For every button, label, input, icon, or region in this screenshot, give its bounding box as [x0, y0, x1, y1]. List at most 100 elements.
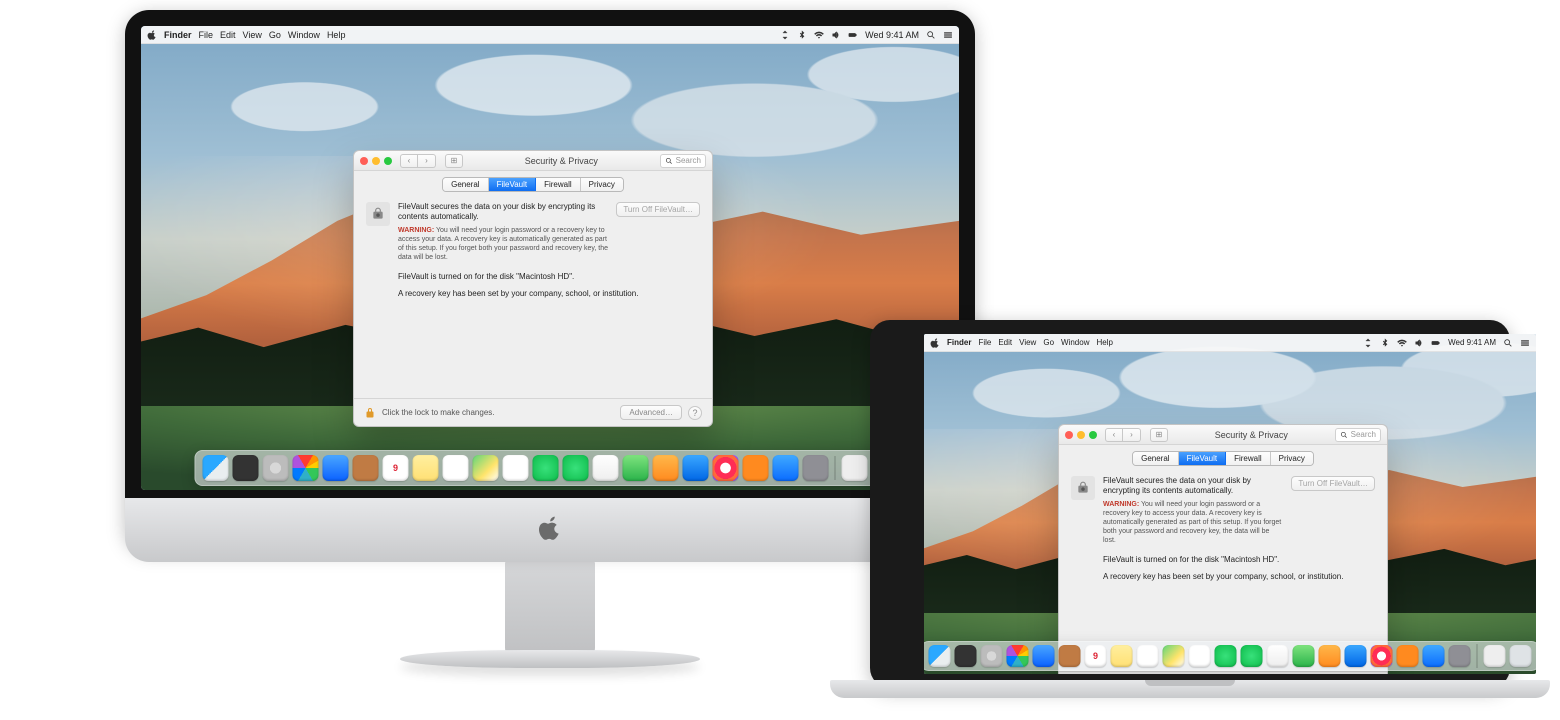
menubar-app-name[interactable]: Finder: [164, 30, 192, 40]
close-button[interactable]: [1065, 431, 1073, 439]
dock-tile-ibooks[interactable]: [1397, 645, 1419, 667]
dock-tile-contacts[interactable]: [1059, 645, 1081, 667]
zoom-button[interactable]: [384, 157, 392, 165]
minimize-button[interactable]: [1077, 431, 1085, 439]
dock-tile-mail[interactable]: [323, 455, 349, 481]
dock-tile-app store[interactable]: [1423, 645, 1445, 667]
dock-tile-safari[interactable]: [1007, 645, 1029, 667]
window-titlebar[interactable]: ‹ › ⊞ Security & Privacy Search: [1059, 425, 1387, 445]
dock-tile-itunes[interactable]: [713, 455, 739, 481]
dock-tile-calendar[interactable]: 9: [383, 455, 409, 481]
dock-tile-launchpad[interactable]: [263, 455, 289, 481]
spotlight-icon[interactable]: [926, 30, 936, 40]
advanced-button[interactable]: Advanced…: [620, 405, 682, 420]
apple-menu-icon[interactable]: [930, 338, 940, 348]
menubar-item[interactable]: Edit: [220, 30, 236, 40]
dock-tile-photos[interactable]: [503, 455, 529, 481]
dock-tile-ibooks[interactable]: [743, 455, 769, 481]
tab-general[interactable]: General: [1133, 452, 1178, 465]
bluetooth-icon[interactable]: [797, 30, 807, 40]
apple-menu-icon[interactable]: [147, 30, 157, 40]
menubar-clock[interactable]: Wed 9:41 AM: [865, 30, 919, 40]
dock-tile-itunes[interactable]: [1371, 645, 1393, 667]
turn-off-filevault-button[interactable]: Turn Off FileVault…: [1291, 476, 1375, 491]
dock-tile-system preferences[interactable]: [1449, 645, 1471, 667]
battery-icon[interactable]: [848, 30, 858, 40]
dock-tile-reminders[interactable]: [1137, 645, 1159, 667]
dock-tile-mail[interactable]: [1033, 645, 1055, 667]
menubar-item[interactable]: File: [978, 338, 991, 347]
tab-firewall[interactable]: Firewall: [536, 178, 581, 191]
dock-tile-system preferences[interactable]: [803, 455, 829, 481]
tab-general[interactable]: General: [443, 178, 488, 191]
dock-tile-dashboard[interactable]: [233, 455, 259, 481]
window-titlebar[interactable]: ‹ › ⊞ Security & Privacy Search: [354, 151, 712, 171]
volume-icon[interactable]: [831, 30, 841, 40]
dock-tile-launchpad[interactable]: [981, 645, 1003, 667]
dock-tile-facetime[interactable]: [1241, 645, 1263, 667]
dock-tile-reminders[interactable]: [443, 455, 469, 481]
bluetooth-icon[interactable]: [1380, 338, 1390, 348]
back-button[interactable]: ‹: [400, 154, 418, 168]
menubar-item[interactable]: Go: [269, 30, 281, 40]
dock-tile-calendar[interactable]: 9: [1085, 645, 1107, 667]
notification-center-icon[interactable]: [943, 30, 953, 40]
search-field[interactable]: Search: [1335, 428, 1381, 442]
wifi-icon[interactable]: [1397, 338, 1407, 348]
menubar-item[interactable]: Window: [288, 30, 320, 40]
dock-tile-photo booth[interactable]: [1267, 645, 1289, 667]
tab-privacy[interactable]: Privacy: [1271, 452, 1313, 465]
battery-icon[interactable]: [1431, 338, 1441, 348]
dock-tile-notes[interactable]: [413, 455, 439, 481]
lock-icon[interactable]: [364, 407, 376, 419]
forward-button[interactable]: ›: [418, 154, 436, 168]
help-button[interactable]: ?: [688, 406, 702, 420]
dock-tile-photos[interactable]: [1189, 645, 1211, 667]
tab-filevault[interactable]: FileVault: [489, 178, 537, 191]
menubar-clock[interactable]: Wed 9:41 AM: [1448, 338, 1496, 347]
menubar-item[interactable]: Go: [1043, 338, 1054, 347]
dock-tile-downloads[interactable]: [1484, 645, 1506, 667]
dock-tile-pages[interactable]: [653, 455, 679, 481]
menubar-item[interactable]: Help: [327, 30, 346, 40]
zoom-button[interactable]: [1089, 431, 1097, 439]
fast-user-switch-icon[interactable]: [1363, 338, 1373, 348]
tab-filevault[interactable]: FileVault: [1179, 452, 1227, 465]
dock-tile-maps[interactable]: [1163, 645, 1185, 667]
menubar-item[interactable]: View: [243, 30, 262, 40]
dock-tile-messages[interactable]: [533, 455, 559, 481]
turn-off-filevault-button[interactable]: Turn Off FileVault…: [616, 202, 700, 217]
show-all-button[interactable]: ⊞: [1150, 428, 1168, 442]
volume-icon[interactable]: [1414, 338, 1424, 348]
wifi-icon[interactable]: [814, 30, 824, 40]
dock-tile-contacts[interactable]: [353, 455, 379, 481]
tab-privacy[interactable]: Privacy: [581, 178, 623, 191]
dock-tile-messages[interactable]: [1215, 645, 1237, 667]
dock-tile-keynote[interactable]: [683, 455, 709, 481]
dock-tile-photo booth[interactable]: [593, 455, 619, 481]
dock-tile-facetime[interactable]: [563, 455, 589, 481]
show-all-button[interactable]: ⊞: [445, 154, 463, 168]
dock-tile-numbers[interactable]: [1293, 645, 1315, 667]
dock-tile-pages[interactable]: [1319, 645, 1341, 667]
menubar-item[interactable]: File: [199, 30, 214, 40]
dock-tile-trash[interactable]: [1510, 645, 1532, 667]
forward-button[interactable]: ›: [1123, 428, 1141, 442]
menubar-item[interactable]: Window: [1061, 338, 1089, 347]
dock-tile-keynote[interactable]: [1345, 645, 1367, 667]
dock-tile-maps[interactable]: [473, 455, 499, 481]
spotlight-icon[interactable]: [1503, 338, 1513, 348]
dock-tile-notes[interactable]: [1111, 645, 1133, 667]
menubar-item[interactable]: View: [1019, 338, 1036, 347]
menubar-item[interactable]: Edit: [998, 338, 1012, 347]
search-field[interactable]: Search: [660, 154, 706, 168]
close-button[interactable]: [360, 157, 368, 165]
back-button[interactable]: ‹: [1105, 428, 1123, 442]
dock-tile-safari[interactable]: [293, 455, 319, 481]
dock-tile-app store[interactable]: [773, 455, 799, 481]
dock-tile-dashboard[interactable]: [955, 645, 977, 667]
dock-tile-finder[interactable]: [929, 645, 951, 667]
dock-tile-finder[interactable]: [203, 455, 229, 481]
tab-firewall[interactable]: Firewall: [1226, 452, 1271, 465]
dock-tile-numbers[interactable]: [623, 455, 649, 481]
